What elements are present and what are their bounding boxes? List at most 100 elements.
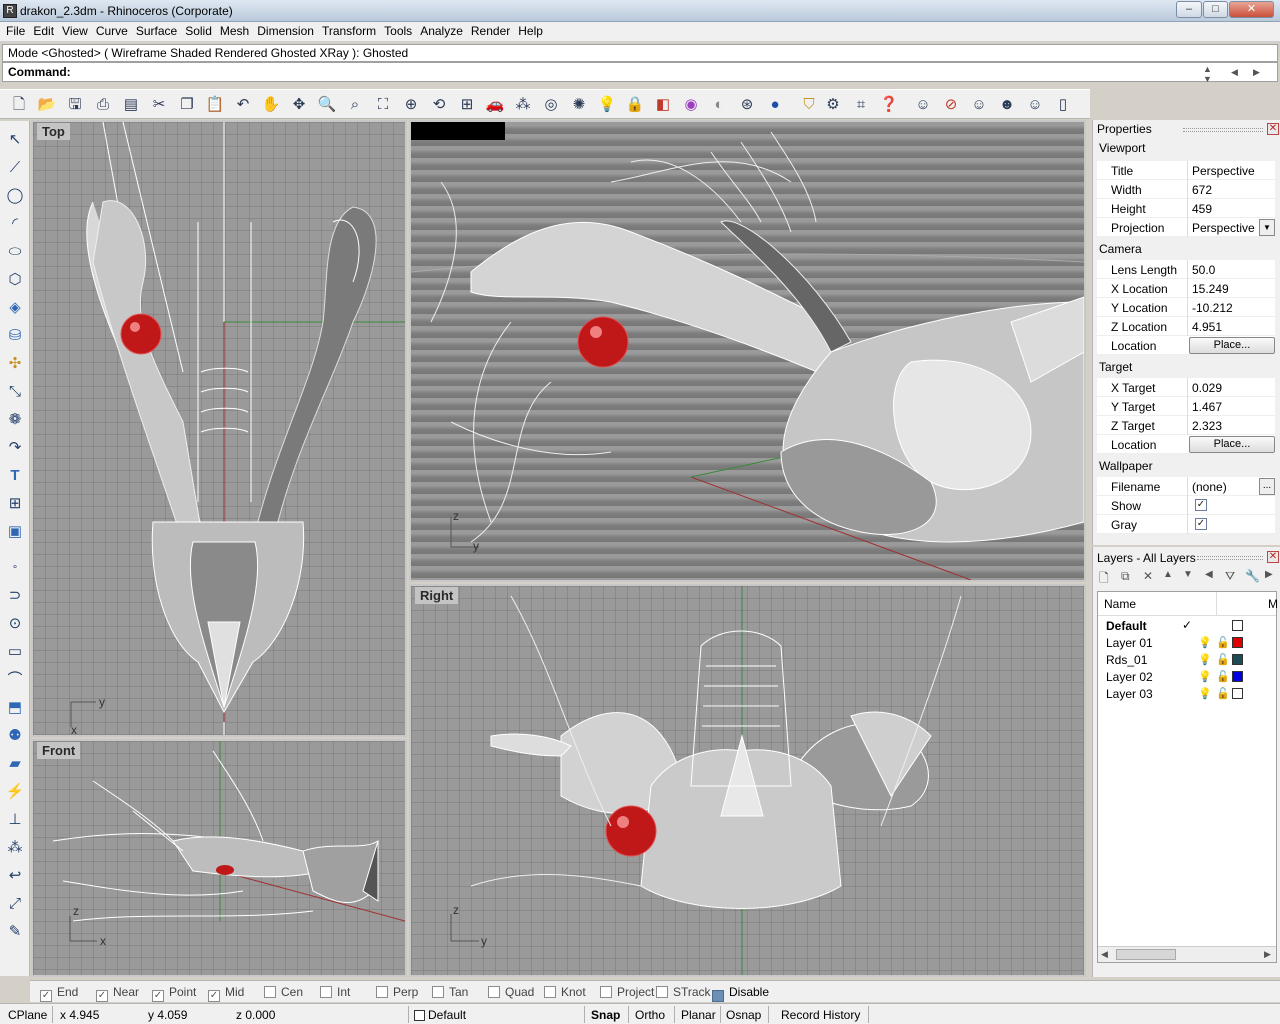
move-down-icon[interactable]: ▼ (1183, 569, 1193, 580)
arc-icon[interactable]: ◜ (4, 213, 26, 235)
viewport-top[interactable]: y x Top (31, 120, 407, 737)
ortho-toggle[interactable]: Ortho (635, 1008, 665, 1022)
cplane-label[interactable]: CPlane (8, 1008, 47, 1022)
transform-icon[interactable]: ✣ (4, 353, 26, 375)
osnap-point[interactable]: ✓ Point (152, 985, 196, 1002)
blend-icon[interactable]: ⤡ (4, 381, 26, 403)
tools-icon[interactable]: 🔧 (1245, 569, 1260, 583)
prop-width-row[interactable]: Width 672 (1097, 180, 1275, 199)
osnap-mid[interactable]: ✓ Mid (208, 985, 244, 1002)
prop-filename-row[interactable]: Filename (none)... (1097, 477, 1275, 496)
menu-edit[interactable]: Edit (29, 22, 58, 42)
prop-lens-row[interactable]: Lens Length 50.0 (1097, 260, 1275, 279)
prop-zloc-row[interactable]: Z Location 4.951 (1097, 317, 1275, 336)
menu-render[interactable]: Render (467, 22, 514, 42)
polygon-icon[interactable]: ⬡ (4, 269, 26, 291)
menu-curve[interactable]: Curve (92, 22, 132, 42)
select-arrow-icon[interactable]: ↖ (4, 129, 26, 151)
zoom-dynamic-icon[interactable]: 🔍 (316, 94, 338, 116)
points-icon[interactable]: ⁂ (512, 94, 534, 116)
viewport-label-front[interactable]: Front (37, 742, 81, 759)
array-icon[interactable]: ⊞ (4, 493, 26, 515)
wire-sphere-icon[interactable]: ⊛ (736, 94, 758, 116)
prop-ytarget-row[interactable]: Y Target 1.467 (1097, 397, 1275, 416)
text-icon[interactable]: T (4, 465, 26, 487)
osnap-end[interactable]: ✓ End (40, 985, 78, 1002)
current-layer[interactable]: Default (414, 1008, 466, 1022)
group-icon[interactable]: ⁂ (4, 837, 26, 859)
zoom-selected-icon[interactable]: ⊕ (400, 94, 422, 116)
prop-xtarget-row[interactable]: X Target 0.029 (1097, 378, 1275, 397)
page-setup-icon[interactable]: ▤ (120, 94, 142, 116)
layers-close-icon[interactable]: ✕ (1267, 551, 1279, 563)
rhino-app-icon[interactable]: R (3, 4, 17, 18)
command-history[interactable]: Mode <Ghosted> ( Wireframe Shaded Render… (2, 44, 1278, 62)
prop-projection-row[interactable]: Projection Perspective ▼ (1097, 218, 1275, 237)
close-button[interactable]: ✕ (1229, 1, 1274, 18)
menu-file[interactable]: File (0, 22, 29, 42)
osnap-tan[interactable]: Tan (432, 985, 468, 999)
ellipse-icon[interactable]: ⬭ (4, 241, 26, 263)
paste-icon[interactable]: 📋 (204, 94, 226, 116)
maximize-button[interactable]: □ (1203, 1, 1228, 18)
render-icon[interactable]: ⚡ (4, 781, 26, 803)
print-icon[interactable]: ⎙ (92, 94, 114, 116)
layer-row[interactable]: Layer 01 💡 🔓 (1098, 634, 1276, 651)
col-m[interactable]: M (1268, 597, 1278, 611)
menu-analyze[interactable]: Analyze (416, 22, 467, 42)
layers-grip[interactable] (1197, 556, 1263, 560)
move-out-icon[interactable]: ◀ (1205, 569, 1213, 580)
show-checkbox[interactable]: ✓ (1195, 499, 1207, 511)
gray-checkbox[interactable]: ✓ (1195, 518, 1207, 530)
new-sublayer-icon[interactable]: ⧉ (1121, 569, 1130, 584)
named-view-4-icon[interactable]: ☻ (996, 94, 1018, 116)
osnap-int[interactable]: Int (320, 985, 350, 999)
settings-gear-icon[interactable]: ⚙ (822, 94, 844, 116)
extrude-icon[interactable]: ⬒ (4, 697, 26, 719)
osnap-cen[interactable]: Cen (264, 985, 303, 999)
circle-center-icon[interactable]: ⊙ (4, 613, 26, 635)
lights-icon[interactable]: ✺ (568, 94, 590, 116)
layer-row[interactable]: Default ✓ (1098, 617, 1276, 634)
prop-ztarget-row[interactable]: Z Target 2.323 (1097, 416, 1275, 435)
viewport-label-top[interactable]: Top (37, 123, 70, 140)
zoom-extents-icon[interactable]: ⛶ (372, 94, 394, 116)
menu-help[interactable]: Help (514, 22, 547, 42)
browse-button[interactable]: ... (1259, 478, 1275, 495)
help-icon[interactable]: ❓ (878, 94, 900, 116)
cut-icon[interactable]: ✂ (148, 94, 170, 116)
menu-view[interactable]: View (58, 22, 92, 42)
four-viewports-icon[interactable]: ⊞ (456, 94, 478, 116)
dimension-icon[interactable]: ⊥ (4, 809, 26, 831)
osnap-perp[interactable]: Perp (376, 985, 418, 999)
color-wheel-icon[interactable]: ◉ (680, 94, 702, 116)
command-scroll-icon[interactable]: ▲ ▼ (1203, 64, 1212, 84)
named-view-2-icon[interactable]: ⊘ (940, 94, 962, 116)
record-history-toggle[interactable]: Record History (781, 1008, 860, 1022)
viewport-right[interactable]: z y Right (409, 584, 1086, 977)
target-place-button[interactable]: Place... (1189, 436, 1275, 453)
layer-row[interactable]: Rds_01 💡 🔓 (1098, 651, 1276, 668)
viewport-perspective[interactable]: z y (409, 120, 1086, 582)
filter-icon[interactable]: ⛛ (1225, 569, 1235, 584)
solid-box-icon[interactable]: ▣ (4, 521, 26, 543)
prop-xloc-row[interactable]: X Location 15.249 (1097, 279, 1275, 298)
curve-points-icon[interactable]: ⊃ (4, 585, 26, 607)
cylinder-icon[interactable]: ⛁ (4, 325, 26, 347)
menu-surface[interactable]: Surface (132, 22, 181, 42)
menu-dimension[interactable]: Dimension (253, 22, 318, 42)
move-view-icon[interactable]: ✥ (288, 94, 310, 116)
pan-hand-icon[interactable]: ✋ (260, 94, 282, 116)
curve-2-icon[interactable]: ↩ (4, 865, 26, 887)
light-bulb-icon[interactable]: 💡 (596, 94, 618, 116)
command-right-arrow-icon[interactable]: ▶ (1253, 67, 1260, 78)
viewport-label-right[interactable]: Right (415, 587, 459, 604)
prop-yloc-row[interactable]: Y Location -10.212 (1097, 298, 1275, 317)
viewport-front[interactable]: z x Front (31, 739, 407, 977)
menu-transform[interactable]: Transform (318, 22, 380, 42)
copy-icon[interactable]: ❐ (176, 94, 198, 116)
move-up-icon[interactable]: ▲ (1163, 569, 1173, 580)
lock-icon[interactable]: 🔒 (624, 94, 646, 116)
menu-tools[interactable]: Tools (380, 22, 416, 42)
point-icon[interactable]: ∘ (4, 557, 26, 579)
